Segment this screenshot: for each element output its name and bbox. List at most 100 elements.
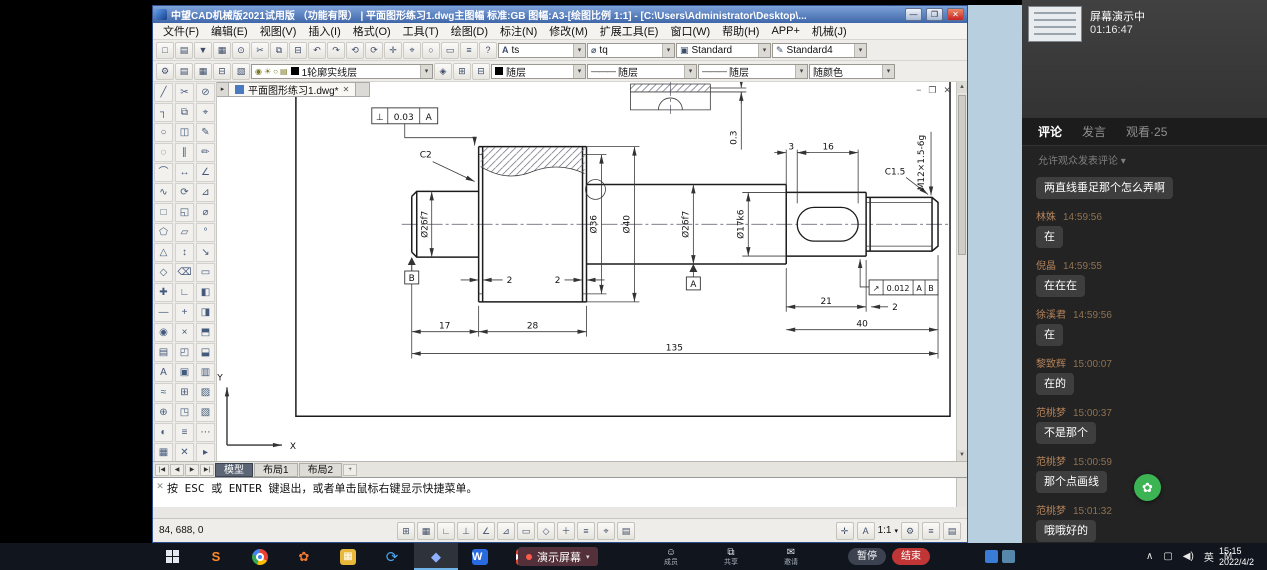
dim-style-combo[interactable]: ⌀tq▾ xyxy=(587,43,675,58)
tool-icon[interactable]: ⌀ xyxy=(196,203,215,222)
tool-icon[interactable]: □ xyxy=(154,203,173,222)
tool-icon[interactable]: ◱ xyxy=(175,203,194,222)
tool-icon[interactable]: ↘ xyxy=(196,243,215,262)
browser-app-icon[interactable] xyxy=(238,543,282,570)
tab-layout2[interactable]: 布局2 xyxy=(299,463,343,477)
chevron-down-icon[interactable]: ▾ xyxy=(662,44,674,57)
tool-icon[interactable]: ⊞ xyxy=(175,383,194,402)
tab-model[interactable]: 模型 xyxy=(215,463,253,477)
tool-icon[interactable]: + xyxy=(175,303,194,322)
document-tab-stub[interactable] xyxy=(356,82,370,97)
tool-icon[interactable]: ⌒ xyxy=(154,163,173,182)
grid-icon[interactable]: ▤ xyxy=(943,522,961,540)
menu-item[interactable]: 文件(F) xyxy=(157,23,205,39)
vertical-scrollbar[interactable]: ▲ ▼ xyxy=(956,82,967,461)
status-toggle-button[interactable]: ∠ xyxy=(477,522,495,540)
tool-icon[interactable]: ▧ xyxy=(196,403,215,422)
tab-speak[interactable]: 发言 xyxy=(1082,123,1106,140)
menu-icon[interactable]: ≡ xyxy=(922,522,940,540)
tool-icon[interactable]: A xyxy=(154,363,173,382)
menu-item[interactable]: 窗口(W) xyxy=(664,23,716,39)
tool-icon[interactable]: ┐ xyxy=(154,103,173,122)
end-button[interactable]: 结束 xyxy=(892,548,930,565)
tray-expand-icon[interactable]: ∧ xyxy=(1146,551,1153,562)
layer-tool-button[interactable]: ⊟ xyxy=(213,63,231,80)
annotation-icon[interactable]: ✛ xyxy=(836,522,854,540)
menu-item[interactable]: APP+ xyxy=(765,25,805,37)
scroll-down-icon[interactable]: ▼ xyxy=(957,450,967,461)
chevron-down-icon[interactable]: ▾ xyxy=(795,65,807,78)
tool-icon[interactable]: ◌ xyxy=(154,143,173,162)
menu-item[interactable]: 标注(N) xyxy=(494,23,543,39)
chevron-down-icon[interactable]: ▾ xyxy=(684,65,696,78)
tool-icon[interactable]: ╱ xyxy=(154,83,173,102)
text-style-combo[interactable]: Ats▾ xyxy=(498,43,586,58)
tool-icon[interactable]: ◇ xyxy=(154,263,173,282)
tool-icon[interactable]: ▤ xyxy=(154,343,173,362)
tab-nav-next[interactable]: ▶ xyxy=(185,464,199,476)
tool-icon[interactable]: — xyxy=(154,303,173,322)
tool-icon[interactable]: ⬠ xyxy=(154,223,173,242)
pause-button[interactable]: 暂停 xyxy=(848,548,886,565)
start-button[interactable] xyxy=(150,543,194,570)
tool-icon[interactable]: ⧉ xyxy=(175,103,194,122)
tool-icon[interactable]: ⬒ xyxy=(196,323,215,342)
tool-icon[interactable]: ▨ xyxy=(196,383,215,402)
lineweight-combo[interactable]: ———随层▾ xyxy=(698,64,808,79)
menu-item[interactable]: 帮助(H) xyxy=(716,23,765,39)
meeting-control-button[interactable]: ☺ 成员 xyxy=(652,547,690,567)
toolbar-button[interactable]: ⊟ xyxy=(289,42,307,59)
tool-icon[interactable]: ∥ xyxy=(175,143,194,162)
toolbar-button[interactable]: □ xyxy=(156,42,174,59)
tool-icon[interactable]: ◐ xyxy=(154,423,173,442)
tool-icon[interactable]: ○ xyxy=(154,123,173,142)
toolbar-button[interactable]: ⟲ xyxy=(346,42,364,59)
tool-icon[interactable]: ▥ xyxy=(196,363,215,382)
tool-icon[interactable]: ⊘ xyxy=(196,83,215,102)
tool-icon[interactable]: ✂ xyxy=(175,83,194,102)
menu-item[interactable]: 插入(I) xyxy=(302,23,346,39)
tool-icon[interactable]: ✎ xyxy=(196,123,215,142)
meeting-control-button[interactable]: ✉ 邀请 xyxy=(772,547,810,567)
taskbar-clock[interactable]: 15:15 2022/4/2 xyxy=(1219,543,1254,570)
scale-indicator[interactable]: 1:1 xyxy=(878,525,892,536)
menu-item[interactable]: 绘图(D) xyxy=(445,23,494,39)
status-toggle-button[interactable]: ⊿ xyxy=(497,522,515,540)
drawing-area[interactable]: ▸ 平面图形练习1.dwg* ✕ − ❐ ✕ xyxy=(217,82,956,461)
tool-icon[interactable]: ▱ xyxy=(175,223,194,242)
status-toggle-button[interactable]: ⌖ xyxy=(597,522,615,540)
layer-state-button[interactable]: ◈ xyxy=(434,63,452,80)
chevron-down-icon[interactable]: ▾ xyxy=(573,44,585,57)
zwcad-app-icon[interactable]: ◆ xyxy=(414,543,458,570)
tray-icon[interactable] xyxy=(985,550,998,563)
layer-combo[interactable]: ◉☀○▤ 1轮廓实线层 ▾ xyxy=(251,64,433,79)
menu-item[interactable]: 扩展工具(E) xyxy=(594,23,665,39)
sync-app-icon[interactable]: ⟳ xyxy=(370,543,414,570)
tab-layout1[interactable]: 布局1 xyxy=(254,463,298,477)
status-toggle-button[interactable]: ▤ xyxy=(617,522,635,540)
scroll-up-icon[interactable]: ▲ xyxy=(957,82,967,93)
toolbar-button[interactable]: ▭ xyxy=(441,42,459,59)
tab-scroll-icon[interactable]: ▸ xyxy=(217,82,229,97)
tab-nav-first[interactable]: |◀ xyxy=(155,464,169,476)
tool-icon[interactable]: ▦ xyxy=(154,443,173,462)
tool-icon[interactable]: ∠ xyxy=(196,163,215,182)
tab-nav-last[interactable]: ▶| xyxy=(200,464,214,476)
tray-icon[interactable] xyxy=(1002,550,1015,563)
tool-icon[interactable]: ⊿ xyxy=(196,183,215,202)
language-indicator[interactable]: 英 xyxy=(1204,549,1214,564)
layer-tool-button[interactable]: ▦ xyxy=(194,63,212,80)
layer-tool-button[interactable]: ▧ xyxy=(232,63,250,80)
plotstyle-combo[interactable]: 随颜色▾ xyxy=(809,64,895,79)
tool-icon[interactable]: ⊕ xyxy=(154,403,173,422)
menu-item[interactable]: 机械(J) xyxy=(806,23,853,39)
tool-icon[interactable]: ◫ xyxy=(175,123,194,142)
tool-icon[interactable]: ∿ xyxy=(154,183,173,202)
zwsoft-app-icon[interactable]: ✿ xyxy=(282,543,326,570)
menu-item[interactable]: 修改(M) xyxy=(543,23,594,39)
tool-icon[interactable]: ◰ xyxy=(175,343,194,362)
tab-comments[interactable]: 评论 xyxy=(1038,123,1062,140)
command-close-icon[interactable]: ✕ xyxy=(153,478,167,507)
status-toggle-button[interactable]: ▭ xyxy=(517,522,535,540)
tool-icon[interactable]: ◨ xyxy=(196,303,215,322)
